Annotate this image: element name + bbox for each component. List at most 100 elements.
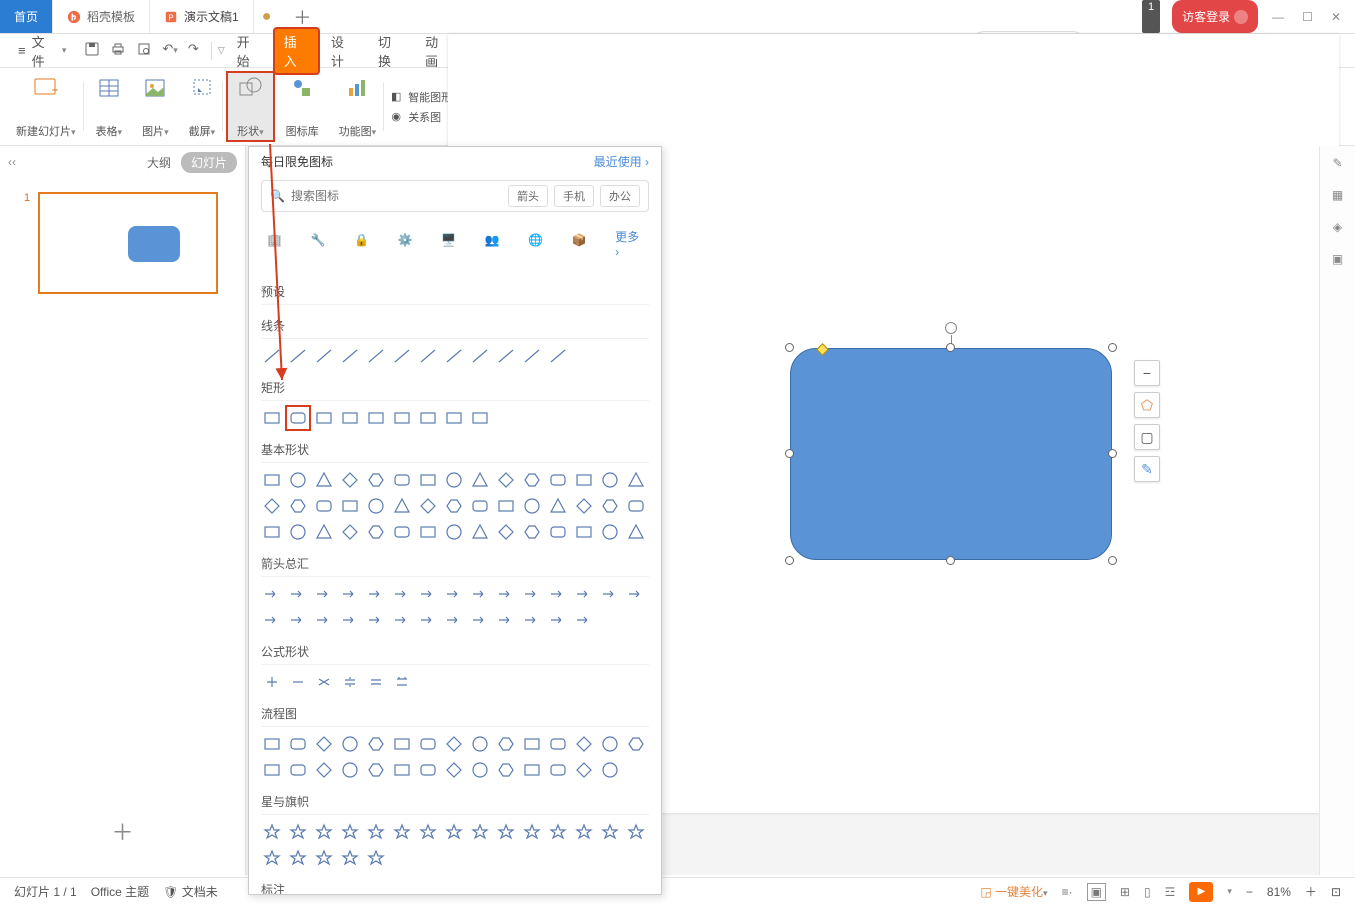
icon-lib-button[interactable]: 图标库 <box>278 72 327 141</box>
template-tab[interactable]: 稻壳模板 <box>53 0 150 33</box>
shape-option[interactable] <box>547 345 569 367</box>
shape-option[interactable] <box>495 609 517 631</box>
shape-option[interactable] <box>287 671 309 693</box>
new-slide-button[interactable]: 新建幻灯片▾ <box>8 72 84 141</box>
shape-option[interactable] <box>287 407 309 429</box>
shape-option[interactable] <box>469 407 491 429</box>
picto-icon[interactable]: 👥 <box>485 233 505 255</box>
shape-option[interactable] <box>417 469 439 491</box>
table-button[interactable]: 表格▾ <box>88 72 131 141</box>
shape-option[interactable] <box>365 609 387 631</box>
shape-option[interactable] <box>495 521 517 543</box>
outline-tab[interactable]: 大纲 <box>147 154 171 171</box>
shape-option[interactable] <box>365 521 387 543</box>
shape-option[interactable] <box>469 469 491 491</box>
smartart-button[interactable]: ◧智能图形 <box>388 89 452 105</box>
zoom-out[interactable]: − <box>1246 885 1253 899</box>
shape-option[interactable] <box>547 609 569 631</box>
shape-option[interactable] <box>287 847 309 869</box>
resize-handle[interactable] <box>1108 449 1117 458</box>
slides-tab[interactable]: 幻灯片 <box>181 152 237 173</box>
sidebar-clip-icon[interactable]: ▣ <box>1332 252 1343 266</box>
close-window-button[interactable]: ✕ <box>1331 10 1341 24</box>
shape-option[interactable] <box>469 733 491 755</box>
picto-icon[interactable]: 🌐 <box>528 233 548 255</box>
shape-option[interactable] <box>599 733 621 755</box>
shape-option[interactable] <box>417 609 439 631</box>
shape-option[interactable] <box>443 495 465 517</box>
shape-option[interactable] <box>287 469 309 491</box>
shape-option[interactable] <box>521 345 543 367</box>
shape-option[interactable] <box>547 821 569 843</box>
shape-option[interactable] <box>261 609 283 631</box>
shape-option[interactable] <box>287 609 309 631</box>
shape-option[interactable] <box>287 759 309 781</box>
collapse-panel[interactable]: ‹‹ <box>8 155 16 169</box>
shape-option[interactable] <box>521 521 543 543</box>
reading-view[interactable]: ▯ <box>1144 885 1151 899</box>
shape-option[interactable] <box>495 821 517 843</box>
shape-option[interactable] <box>391 609 413 631</box>
resize-handle[interactable] <box>946 343 955 352</box>
shape-option[interactable] <box>365 407 387 429</box>
shape-option[interactable] <box>495 495 517 517</box>
shape-option[interactable] <box>443 733 465 755</box>
resize-handle[interactable] <box>1108 556 1117 565</box>
shape-option[interactable] <box>417 583 439 605</box>
shape-option[interactable] <box>365 345 387 367</box>
sidebar-palette-icon[interactable]: ▦ <box>1332 188 1343 202</box>
zoom-in[interactable]: ＋ <box>1305 883 1317 900</box>
shape-tool-mini[interactable]: ⬠ <box>1134 392 1160 418</box>
resize-handle[interactable] <box>785 449 794 458</box>
icon-search[interactable]: 🔍 箭头 手机 办公 <box>261 180 649 212</box>
picto-icon[interactable]: 🔒 <box>354 233 374 255</box>
shape-option[interactable] <box>521 583 543 605</box>
shape-option[interactable] <box>443 407 465 429</box>
shape-option[interactable] <box>339 671 361 693</box>
shape-option[interactable] <box>313 671 335 693</box>
shape-option[interactable] <box>313 821 335 843</box>
file-menu[interactable]: ≡ 文件▾ <box>8 32 76 70</box>
shape-option[interactable] <box>443 609 465 631</box>
beautify-button[interactable]: ◲ 一键美化▾ <box>980 883 1047 900</box>
shape-option[interactable] <box>339 821 361 843</box>
shape-option[interactable] <box>547 583 569 605</box>
fit-view[interactable]: ⊡ <box>1331 885 1341 899</box>
shape-option[interactable] <box>443 521 465 543</box>
shape-option[interactable] <box>469 521 491 543</box>
shape-option[interactable] <box>365 733 387 755</box>
shape-option[interactable] <box>417 733 439 755</box>
shape-option[interactable] <box>469 495 491 517</box>
shape-option[interactable] <box>547 521 569 543</box>
shape-option[interactable] <box>521 469 543 491</box>
shape-option[interactable] <box>339 583 361 605</box>
shape-option[interactable] <box>261 759 283 781</box>
shape-option[interactable] <box>391 821 413 843</box>
shape-option[interactable] <box>391 407 413 429</box>
resize-handle[interactable] <box>785 556 794 565</box>
shape-option[interactable] <box>391 469 413 491</box>
add-slide-button[interactable]: ＋ <box>111 815 133 847</box>
icon-search-input[interactable] <box>291 189 502 203</box>
tag-arrow[interactable]: 箭头 <box>508 185 548 207</box>
shape-option[interactable] <box>417 759 439 781</box>
picture-button[interactable]: 图片▾ <box>134 72 177 141</box>
shape-option[interactable] <box>521 759 543 781</box>
shape-option[interactable] <box>261 671 283 693</box>
more-icons-link[interactable]: 更多 › <box>615 228 643 259</box>
shape-option[interactable] <box>599 821 621 843</box>
shape-option[interactable] <box>339 469 361 491</box>
shape-option[interactable] <box>261 345 283 367</box>
shape-option[interactable] <box>443 759 465 781</box>
shape-option[interactable] <box>339 609 361 631</box>
shape-option[interactable] <box>495 345 517 367</box>
shape-option[interactable] <box>521 609 543 631</box>
shape-option[interactable] <box>625 469 647 491</box>
shape-option[interactable] <box>365 759 387 781</box>
shape-option[interactable] <box>287 821 309 843</box>
shape-option[interactable] <box>417 407 439 429</box>
shape-option[interactable] <box>313 583 335 605</box>
shape-option[interactable] <box>495 469 517 491</box>
shape-option[interactable] <box>313 495 335 517</box>
shape-option[interactable] <box>573 733 595 755</box>
